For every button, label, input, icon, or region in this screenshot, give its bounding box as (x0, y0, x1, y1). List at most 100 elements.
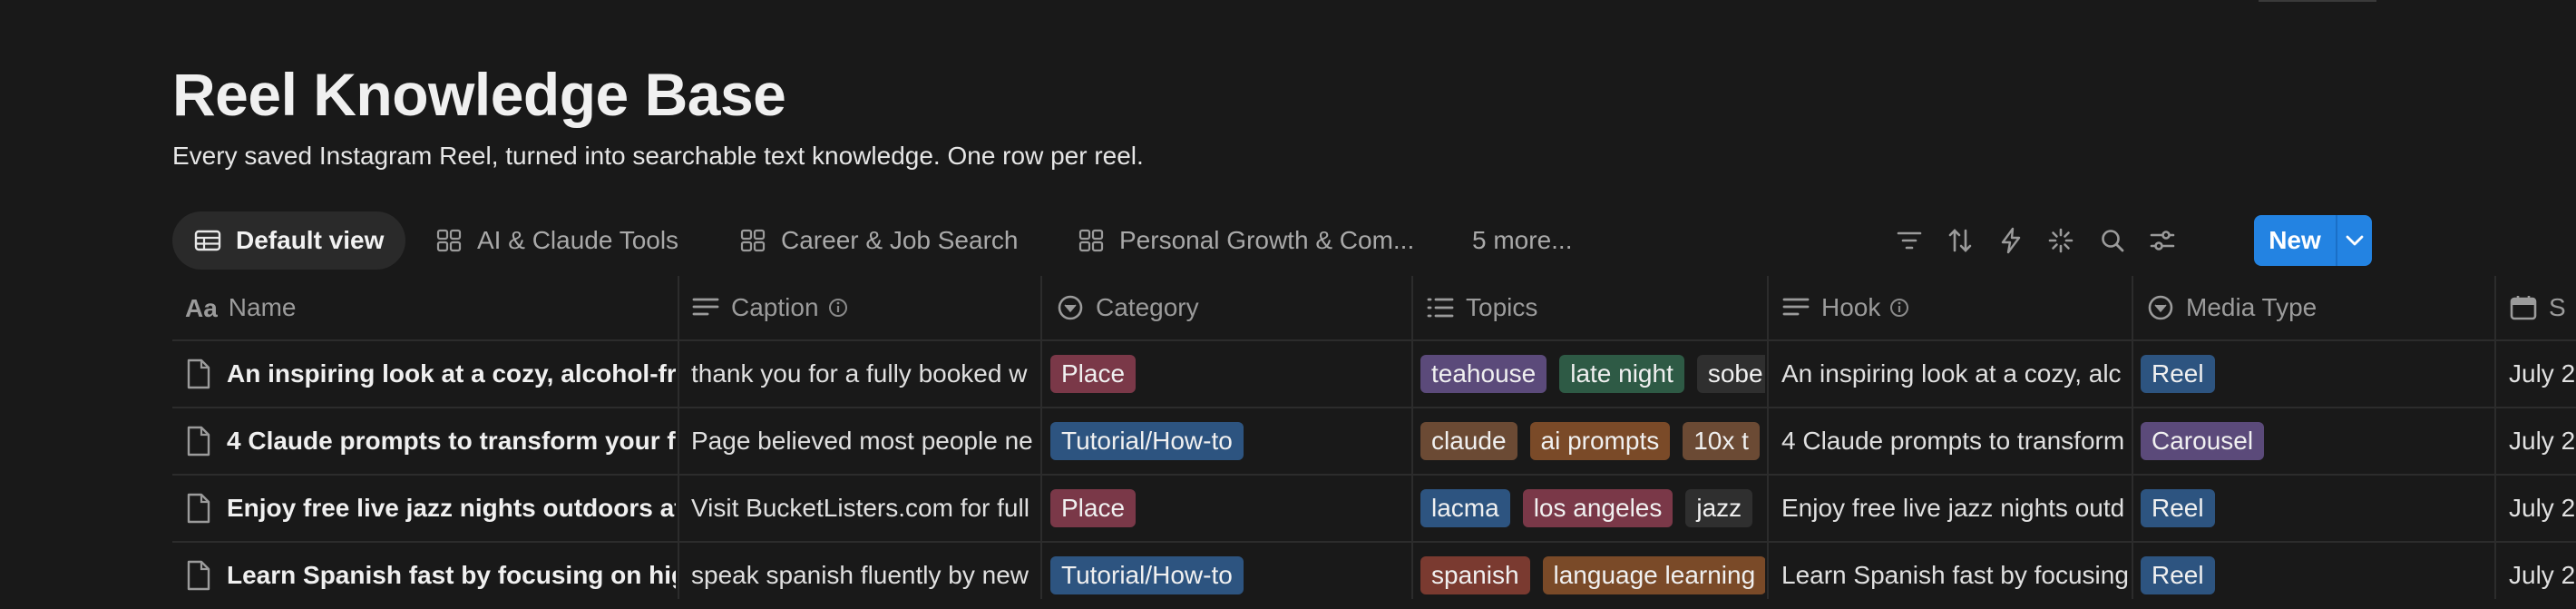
column-header-caption[interactable]: Caption (691, 276, 1036, 339)
topic-tag: claude (1420, 422, 1517, 460)
category-tag: Place (1050, 355, 1137, 393)
column-header-label: Category (1096, 293, 1199, 321)
search-icon[interactable] (2095, 223, 2130, 258)
column-header-label: Caption (731, 293, 819, 321)
multiselect-icon (1427, 298, 1454, 318)
column-header-label: S (2549, 293, 2566, 321)
hook-cell[interactable]: An inspiring look at a cozy, alc (1781, 340, 2130, 408)
sort-icon[interactable] (1943, 223, 1977, 258)
view-tab-personal-growth[interactable]: Personal Growth & Com... (1078, 211, 1414, 270)
caption-cell[interactable]: Visit BucketListers.com for full (691, 475, 1039, 542)
view-tab-default[interactable]: Default view (172, 211, 406, 270)
topic-tag: los angeles (1522, 489, 1673, 527)
media-type-tag: Reel (2141, 556, 2215, 594)
topic-tag: ai prompts (1529, 422, 1671, 460)
topic-tag: lacma (1420, 489, 1510, 527)
column-header-label: Media Type (2186, 293, 2317, 321)
topic-tag: late night (1559, 355, 1684, 393)
topic-tag: spanish (1420, 556, 1530, 594)
category-cell[interactable]: Place (1050, 475, 1401, 542)
page-title: Reel Knowledge Base (172, 61, 786, 128)
date-cell[interactable]: July 2 (2509, 408, 2576, 475)
column-header-media-type[interactable]: Media Type (2146, 276, 2491, 339)
page-icon (187, 359, 210, 389)
view-tab-label: AI & Claude Tools (477, 226, 679, 254)
page-icon (187, 560, 210, 591)
category-tag: Tutorial/How-to (1050, 556, 1244, 594)
name-cell[interactable]: An inspiring look at a cozy, alcohol-fre… (185, 340, 676, 408)
category-tag: Place (1050, 489, 1137, 527)
column-header-date[interactable]: S (2509, 276, 2576, 339)
column-header-hook[interactable]: Hook (1781, 276, 2126, 339)
row-title: An inspiring look at a cozy, alcohol-fre… (227, 359, 676, 388)
new-dropdown-button[interactable] (2337, 215, 2372, 266)
view-tab-career-job-search[interactable]: Career & Job Search (739, 211, 1018, 270)
hook-cell[interactable]: 4 Claude prompts to transform (1781, 408, 2130, 475)
topic-tag: jazz (1685, 489, 1753, 527)
view-tab-label: Default view (236, 226, 385, 254)
topic-tag: teahouse (1420, 355, 1547, 393)
title-icon: Aa (185, 294, 218, 322)
info-icon[interactable] (1889, 298, 1909, 318)
gallery-icon (1078, 229, 1104, 252)
text-icon (1782, 298, 1810, 316)
table-icon (194, 230, 221, 251)
view-tab-ai-claude-tools[interactable]: AI & Claude Tools (435, 211, 678, 270)
more-views-button[interactable]: 5 more... (1472, 211, 1572, 270)
category-cell[interactable]: Tutorial/How-to (1050, 408, 1401, 475)
topic-tag: language learning (1542, 556, 1765, 594)
caption-cell[interactable]: Page believed most people ne (691, 408, 1039, 475)
name-cell[interactable]: 4 Claude prompts to transform your fe (185, 408, 676, 475)
media-type-tag: Carousel (2141, 422, 2265, 460)
automation-icon[interactable] (1994, 223, 2028, 258)
row-title: Learn Spanish fast by focusing on high (227, 561, 676, 589)
category-cell[interactable]: Place (1050, 340, 1401, 408)
column-header-topics[interactable]: Topics (1426, 276, 1761, 339)
calendar-icon (2510, 296, 2537, 320)
column-header-name[interactable]: Aa Name (185, 276, 675, 339)
media-type-cell[interactable]: Reel (2141, 340, 2493, 408)
table-row[interactable]: An inspiring look at a cozy, alcohol-fre… (172, 340, 2576, 408)
text-icon (692, 298, 719, 316)
database-page: Reel Knowledge Base Every saved Instagra… (172, 0, 2576, 599)
gallery-icon (740, 229, 766, 252)
date-cell[interactable]: July 2 (2509, 340, 2576, 408)
caption-cell[interactable]: thank you for a fully booked w (691, 340, 1039, 408)
settings-icon[interactable] (2145, 223, 2180, 258)
media-type-cell[interactable]: Carousel (2141, 408, 2493, 475)
topics-cell[interactable]: lacma los angeles jazz (1420, 475, 1765, 542)
topic-tag: sobe (1696, 355, 1765, 393)
row-title: 4 Claude prompts to transform your fe (227, 427, 676, 455)
column-header-category[interactable]: Category (1056, 276, 1400, 339)
row-title: Enjoy free live jazz nights outdoors at (227, 494, 676, 522)
table-row[interactable]: 4 Claude prompts to transform your fe Pa… (172, 408, 2576, 475)
media-type-cell[interactable]: Reel (2141, 475, 2493, 542)
select-icon (2148, 295, 2173, 320)
topics-cell[interactable]: teahouse late night sobe (1420, 340, 1765, 408)
new-button-group: New (2254, 215, 2372, 266)
topics-cell[interactable]: claude ai prompts 10x t (1420, 408, 1765, 475)
select-icon (1058, 295, 1083, 320)
chevron-down-icon (2346, 235, 2364, 246)
column-header-label: Topics (1466, 293, 1538, 321)
name-cell[interactable]: Enjoy free live jazz nights outdoors at (185, 475, 676, 542)
column-header-label: Name (228, 293, 297, 321)
ai-sparkle-icon[interactable] (2044, 223, 2078, 258)
database-table: Aa Name Caption Category Topics Hook Med… (172, 276, 2576, 599)
gallery-icon (436, 229, 462, 252)
info-icon[interactable] (828, 298, 848, 318)
category-tag: Tutorial/How-to (1050, 422, 1244, 460)
date-cell[interactable]: July 2 (2509, 475, 2576, 542)
media-type-tag: Reel (2141, 355, 2215, 393)
column-header-label: Hook (1821, 293, 1881, 321)
new-button[interactable]: New (2254, 215, 2337, 266)
table-row[interactable]: Enjoy free live jazz nights outdoors at … (172, 475, 2576, 542)
view-tab-label: Career & Job Search (781, 226, 1019, 254)
page-icon (187, 426, 210, 457)
topic-tag: 10x t (1683, 422, 1760, 460)
filter-icon[interactable] (1892, 223, 1927, 258)
view-tab-label: Personal Growth & Com... (1119, 226, 1415, 254)
hook-cell[interactable]: Enjoy free live jazz nights outd (1781, 475, 2130, 542)
media-type-tag: Reel (2141, 489, 2215, 527)
views-bar: Default view AI & Claude Tools Career & … (172, 211, 2576, 270)
